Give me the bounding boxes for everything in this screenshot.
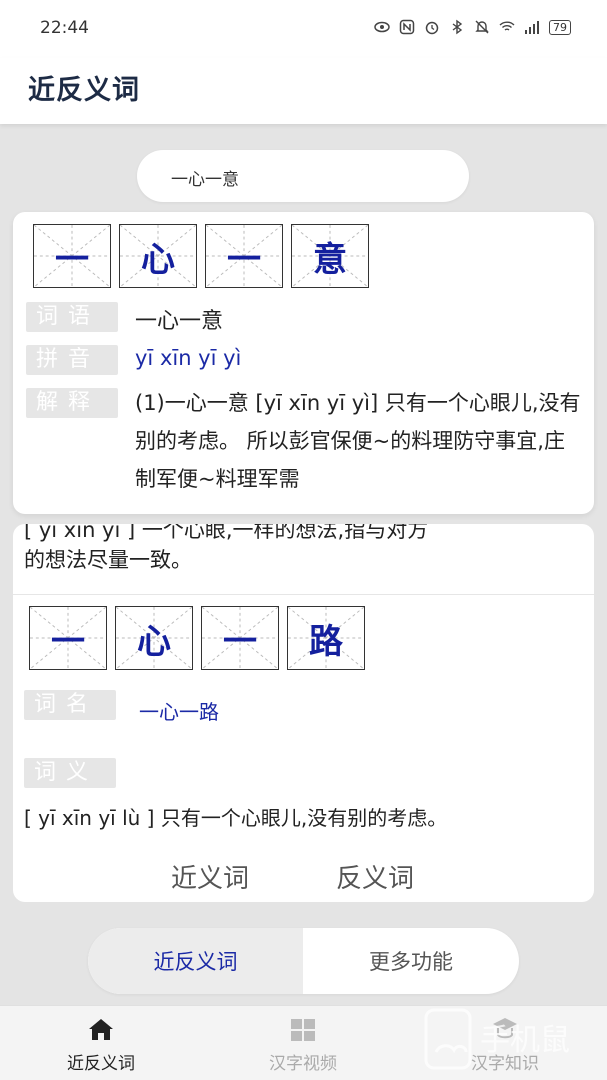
toggle-more-features[interactable]: 更多功能: [303, 928, 519, 994]
wifi-icon: [499, 21, 515, 31]
similar-word-card: [ yī xīn yī ] 一个心眼,一样的想法,指与对方 的想法尽量一致。 一…: [13, 524, 594, 902]
pinyin-label: 拼音: [26, 345, 118, 375]
bluetooth-icon: [452, 19, 463, 35]
character-glyph: 路: [309, 621, 343, 662]
divider: [13, 594, 594, 595]
nav-label: 近反义词: [67, 1054, 135, 1074]
character-glyph: 心: [141, 239, 175, 280]
word-value: 一心一意: [135, 309, 224, 334]
status-bar: 22:44 79: [0, 0, 607, 58]
mute-icon: [475, 20, 489, 34]
character-grid-cell: 一: [29, 606, 107, 670]
watermark-logo: 手机鼠: [424, 1008, 570, 1070]
nav-item-video[interactable]: 汉字视频: [233, 1014, 373, 1074]
search-value: 一心一意: [171, 170, 239, 190]
character-grid-cell: 意: [291, 224, 369, 288]
page-title: 近反义词: [28, 75, 140, 106]
character-grid-cell: 一: [33, 224, 111, 288]
character-glyph: 一: [55, 239, 89, 280]
antonym-link[interactable]: 反义词: [336, 858, 414, 895]
character-glyph: 意: [313, 239, 347, 280]
character-glyph: 一: [51, 621, 85, 662]
partial-explanation-line: [ yī xīn yī ] 一个心眼,一样的想法,指与对方: [24, 524, 429, 542]
search-input[interactable]: 一心一意: [137, 150, 469, 202]
alarm-icon: [425, 21, 439, 35]
status-icons: 79: [374, 19, 571, 35]
mode-toggle: 近反义词 更多功能: [88, 928, 519, 994]
app-bar: 近反义词: [0, 58, 607, 124]
eye-icon: [374, 21, 390, 33]
character-glyph: 一: [227, 239, 261, 280]
word-meaning-label: 词义: [24, 758, 116, 788]
svg-text:手机鼠: 手机鼠: [480, 1023, 570, 1058]
character-grid-cell: 心: [115, 606, 193, 670]
home-icon: [89, 1019, 113, 1040]
grid-icon: [291, 1019, 315, 1041]
character-grid-cell: 路: [287, 606, 365, 670]
synonym-link[interactable]: 近义词: [171, 858, 249, 895]
explanation-tail-line: 的想法尽量一致。: [24, 548, 192, 572]
character-grid-cell: 心: [119, 224, 197, 288]
signal-icon: [525, 21, 539, 34]
explanation-label: 解释: [26, 388, 118, 418]
explanation-text: (1)一心一意 [yī xīn yī yì] 只有一个心眼儿,没有别的考虑。 所…: [135, 391, 581, 491]
character-grid-cell: 一: [201, 606, 279, 670]
character-glyph: 一: [223, 621, 257, 662]
nfc-icon: [399, 19, 415, 35]
nav-item-synonyms[interactable]: 近反义词: [31, 1014, 171, 1074]
character-glyph: 心: [137, 621, 171, 662]
character-grid-cell: 一: [205, 224, 283, 288]
battery-indicator: 79: [549, 19, 571, 35]
toggle-synonym-antonym[interactable]: 近反义词: [88, 928, 303, 994]
word-name: 一心一路: [139, 700, 219, 724]
word-name-label: 词名: [24, 690, 116, 720]
pinyin-value: yī xīn yī yì: [135, 346, 242, 370]
word-meaning: [ yī xīn yī lù ] 只有一个心眼儿,没有别的考虑。: [24, 806, 448, 830]
status-time: 22:44: [40, 18, 89, 38]
nav-label: 汉字视频: [269, 1054, 337, 1074]
result-card: 一 心 一 意 词语 一心一意 拼音 yī xīn yī yì 解释 (1)一心…: [13, 212, 594, 514]
word-label: 词语: [26, 302, 118, 332]
